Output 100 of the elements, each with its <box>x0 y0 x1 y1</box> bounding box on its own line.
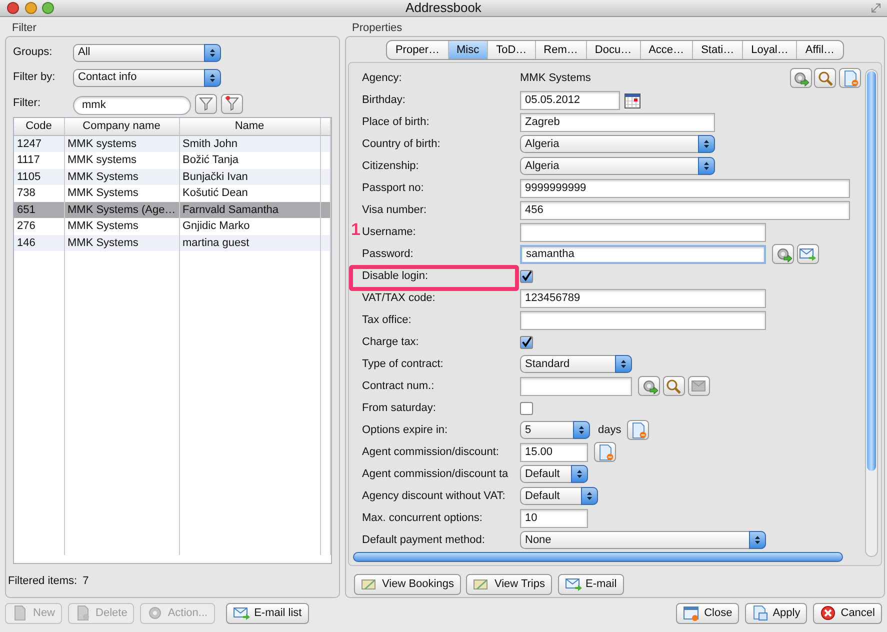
tab[interactable]: Misc <box>448 41 488 59</box>
table-row[interactable]: 1247 MMK systems Smith John <box>14 135 330 152</box>
action-button[interactable]: E-mail <box>558 574 624 595</box>
dropdown[interactable]: Algeria <box>520 157 715 175</box>
filter-field[interactable]: mmk <box>73 96 191 114</box>
filter-by-dropdown[interactable]: Contact info <box>73 68 221 86</box>
dropdown[interactable]: None <box>520 531 766 549</box>
annotation-number: 1 <box>351 221 360 238</box>
table-cell: MMK Systems <box>64 234 179 251</box>
table-cell: MMK Systems <box>64 168 179 185</box>
input-field[interactable]: 456 <box>520 200 850 220</box>
envelope-button[interactable] <box>688 376 710 396</box>
action-button[interactable]: View Bookings <box>354 574 461 595</box>
field-label: Agency: <box>362 72 402 84</box>
field-label: Filter by: <box>13 70 56 86</box>
tab[interactable]: Stati… <box>693 41 744 59</box>
zoom-window-control[interactable] <box>42 2 54 14</box>
document-button[interactable] <box>594 442 616 462</box>
resize-icon[interactable] <box>871 3 881 13</box>
field-label: Agent commission/discount: <box>362 446 499 458</box>
table-row[interactable]: 1105 MMK Systems Bunjački Ivan <box>14 168 330 185</box>
filter-button[interactable] <box>195 94 217 114</box>
tab[interactable]: ToD… <box>488 41 536 59</box>
table-cell: martina guest <box>179 234 320 251</box>
clear-filter-icon <box>224 95 240 112</box>
panel-title: Filter <box>11 21 38 36</box>
table-cell: 651 <box>14 202 64 218</box>
document-icon <box>752 605 769 622</box>
field-label: VAT/TAX code: <box>362 292 436 304</box>
close-window-control[interactable] <box>7 2 19 14</box>
field-label: Default payment method: <box>362 534 485 546</box>
field-label: Options expire in: <box>362 424 448 436</box>
input-field[interactable]: 9999999999 <box>520 178 850 198</box>
input-field[interactable]: 123456789 <box>520 288 766 308</box>
table-cell: 1247 <box>14 135 64 152</box>
field-label: Type of contract: <box>362 358 444 370</box>
checkbox[interactable] <box>520 336 533 348</box>
search-button[interactable] <box>662 376 685 396</box>
clear-filter-button[interactable] <box>221 94 243 114</box>
field-label: Filter: <box>13 96 42 112</box>
field-label: Citizenship: <box>362 160 419 172</box>
table-cell: 1105 <box>14 168 64 185</box>
table-row[interactable]: 651 MMK Systems (Age… Farnvald Samantha <box>14 202 330 218</box>
dropdown[interactable]: Standard <box>520 355 632 373</box>
calendar-icon <box>624 92 640 108</box>
field-label: Place of birth: <box>362 116 430 128</box>
column-header[interactable]: Name <box>179 118 320 135</box>
search-icon <box>816 70 834 86</box>
input-field[interactable] <box>520 376 632 396</box>
column-header[interactable]: Code <box>14 118 64 135</box>
field-value: MMK Systems <box>520 70 592 86</box>
field-label: Password: <box>362 248 414 260</box>
field-label: Agent commission/discount ta <box>362 468 508 480</box>
input-field[interactable]: 10 <box>520 508 588 528</box>
table-cell: 146 <box>14 234 64 251</box>
input-field[interactable]: Zagreb <box>520 112 715 132</box>
tab[interactable]: Rem… <box>536 41 587 59</box>
date-field[interactable]: 05.05.2012 <box>520 90 620 110</box>
dropdown[interactable]: Default <box>520 465 588 483</box>
action-button[interactable]: Close <box>676 603 740 624</box>
checkbox[interactable] <box>520 270 533 282</box>
document-button[interactable] <box>627 420 650 440</box>
document-button[interactable] <box>839 68 861 88</box>
field-label: Birthday: <box>362 94 406 106</box>
action-button[interactable]: Apply <box>744 603 808 624</box>
gear-icon <box>146 605 164 622</box>
input-field[interactable]: samantha <box>520 244 766 264</box>
minimize-window-control[interactable] <box>24 2 36 14</box>
unit-label: days <box>598 422 622 438</box>
email-icon <box>233 605 250 622</box>
table-row[interactable]: 146 MMK Systems martina guest <box>14 234 330 251</box>
tab[interactable]: Acce… <box>640 41 694 59</box>
search-button[interactable] <box>814 68 836 88</box>
cancel-icon <box>820 605 837 622</box>
dropdown[interactable]: 5 <box>520 421 590 439</box>
input-field[interactable] <box>520 310 766 330</box>
document-icon <box>842 70 858 86</box>
action-button[interactable]: View Trips <box>466 574 552 595</box>
vertical-scrollbar[interactable] <box>865 69 878 557</box>
dropdown[interactable]: Algeria <box>520 135 715 153</box>
horizontal-scrollbar[interactable] <box>353 552 843 562</box>
search-icon <box>665 378 682 394</box>
action-button[interactable]: Cancel <box>812 603 882 624</box>
field-label: Country of birth: <box>362 138 440 150</box>
field-label: Disable login: <box>362 270 428 282</box>
tab[interactable]: Loyal… <box>743 41 798 59</box>
groups-dropdown[interactable]: All <box>73 44 221 62</box>
column-header[interactable]: Company name <box>64 118 179 135</box>
tab[interactable]: Affil… <box>797 41 843 59</box>
document-icon <box>596 444 614 460</box>
field-label: Agency discount without VAT: <box>362 490 506 502</box>
email-button[interactable] <box>796 244 819 264</box>
tab[interactable]: Docu… <box>586 41 641 59</box>
table-cell: MMK Systems (Age… <box>64 202 179 218</box>
input-field[interactable]: 15.00 <box>520 442 588 462</box>
input-field[interactable] <box>520 222 766 242</box>
checkbox[interactable] <box>520 402 533 414</box>
action-button[interactable]: E-mail list <box>226 603 309 624</box>
dropdown[interactable]: Default <box>520 487 598 505</box>
field-label: From saturday: <box>362 402 436 414</box>
